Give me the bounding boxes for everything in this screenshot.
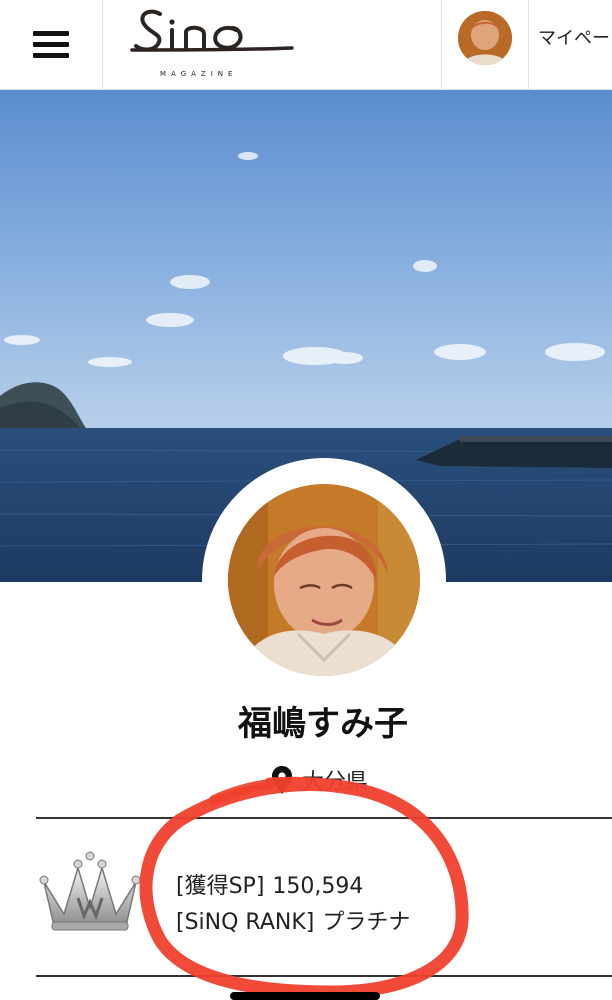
rank-label: [SiNQ RANK] (176, 910, 315, 935)
points-value: 150,594 (272, 874, 364, 899)
site-header: MAGAZINE マイペー (0, 0, 612, 90)
divider (36, 975, 612, 977)
location-text: 大分県 (302, 770, 369, 795)
mypage-link[interactable]: マイペー (538, 24, 610, 50)
header-divider (441, 0, 442, 90)
logo-subtitle: MAGAZINE (160, 70, 238, 78)
header-divider (528, 0, 529, 90)
points-stat: [獲得SP] 150,594 (176, 868, 363, 900)
profile-location: 大分県 (272, 764, 368, 796)
rank-stat: [SiNQ RANK] プラチナ (176, 904, 410, 936)
crown-icon (39, 851, 141, 931)
hamburger-menu-icon (33, 31, 69, 59)
points-label: [獲得SP] (176, 874, 265, 899)
profile-name: 福嶋すみ子 (238, 704, 408, 744)
home-indicator (230, 992, 380, 1000)
user-avatar[interactable] (458, 11, 512, 65)
divider (36, 817, 612, 819)
site-logo[interactable]: MAGAZINE (120, 0, 300, 90)
rank-value: プラチナ (322, 910, 411, 935)
profile-photo (228, 484, 420, 676)
map-pin-icon (272, 766, 292, 794)
menu-button[interactable] (0, 0, 103, 90)
